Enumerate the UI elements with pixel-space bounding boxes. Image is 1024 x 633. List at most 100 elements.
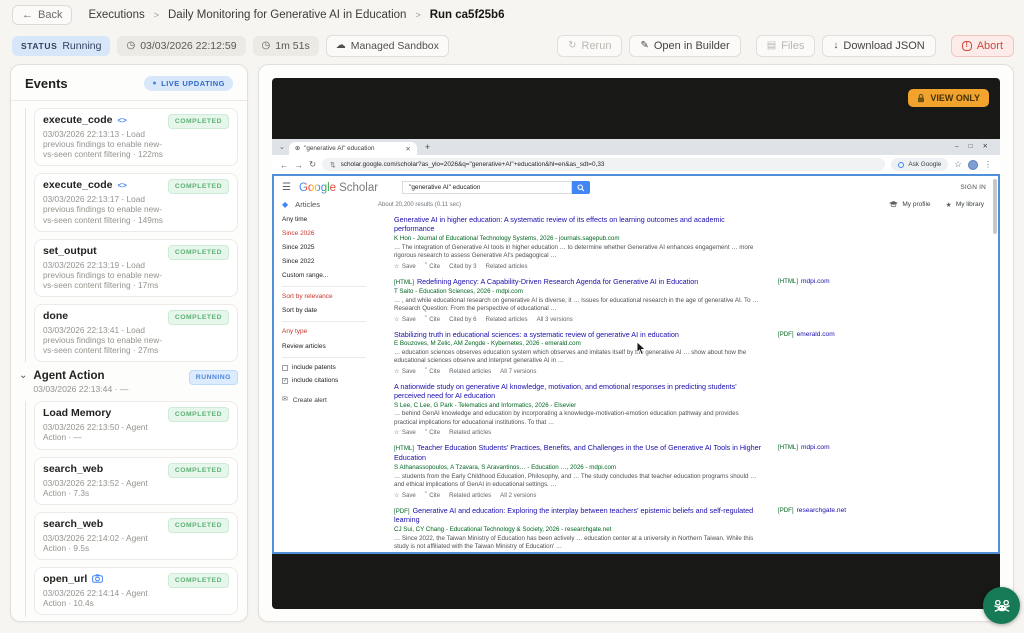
related-articles-link[interactable]: Related articles <box>486 263 528 270</box>
breadcrumb-workflow[interactable]: Daily Monitoring for Generative AI in Ed… <box>168 9 406 21</box>
create-alert-link[interactable]: ✉ Create alert <box>282 395 380 406</box>
rerun-button[interactable]: ↻ Rerun <box>557 35 622 57</box>
event-card-execute-code-2[interactable]: execute_code<> 03/03/2026 22:13:17 - Loa… <box>34 173 238 231</box>
result-side-link[interactable]: [HTML]mdpi.com <box>778 443 830 498</box>
save-link[interactable]: ☆Save <box>394 429 416 436</box>
save-link[interactable]: ☆Save <box>394 316 416 323</box>
related-articles-link[interactable]: Related articles <box>449 368 491 375</box>
result-authors[interactable]: S Lee, C Lee, G Park - Telematics and In… <box>394 402 762 410</box>
save-link[interactable]: ☆Save <box>394 263 416 270</box>
articles-nav[interactable]: ◆ Articles <box>282 200 378 209</box>
events-list[interactable]: execute_code<> 03/03/2026 22:13:13 - Loa… <box>11 101 247 617</box>
sort-by-relevance[interactable]: Sort by relevance <box>282 292 380 302</box>
chevron-down-icon[interactable]: ⌄ <box>19 370 27 381</box>
group-meta: 03/03/2026 22:13:44 · — <box>33 384 184 394</box>
sign-in-link[interactable]: SIGN IN <box>960 184 986 191</box>
scholar-filter-sidebar: Any time Since 2026 Since 2025 Since 202… <box>282 215 380 554</box>
result-authors[interactable]: S Athanassopoulos, A Tzavara, S Aravanti… <box>394 464 762 472</box>
result-title-link[interactable]: [HTML]Redefining Agency: A Capability-Dr… <box>394 277 762 287</box>
cited-by-link[interactable]: Cited by 3 <box>449 263 476 270</box>
site-settings-icon[interactable]: ⇅ <box>330 161 335 169</box>
address-bar[interactable]: ⇅ scholar.google.com/scholar?as_ylo=2026… <box>322 158 885 171</box>
cite-link[interactable]: ”Cite <box>425 263 440 270</box>
result-authors[interactable]: CJ Sui, CY Chang - Educational Technolog… <box>394 526 762 534</box>
result-title-link[interactable]: Generative AI in higher education: A sys… <box>394 215 762 233</box>
page-scrollbar[interactable] <box>993 179 997 234</box>
related-articles-link[interactable]: Related articles <box>449 429 491 436</box>
reload-icon[interactable]: ↻ <box>309 159 316 170</box>
sort-by-date[interactable]: Sort by date <box>282 306 380 316</box>
filter-since-2022[interactable]: Since 2022 <box>282 257 380 267</box>
download-json-button[interactable]: ↓ Download JSON <box>822 35 935 57</box>
agent-action-group-header[interactable]: ⌄ Agent Action 03/03/2026 22:13:44 · — R… <box>19 370 238 394</box>
event-card-search-web-2[interactable]: search_web 03/03/2026 22:14:02 - Agent A… <box>34 512 238 560</box>
event-card-open-url[interactable]: open_url 03/03/2026 22:14:14 - Agent Act… <box>34 567 238 615</box>
result-title-link[interactable]: [PDF]Generative AI and education: Explor… <box>394 506 762 525</box>
search-button[interactable] <box>572 181 590 194</box>
save-link[interactable]: ☆Save <box>394 368 416 375</box>
event-card-search-web-1[interactable]: search_web 03/03/2026 22:13:52 - Agent A… <box>34 457 238 505</box>
result-authors[interactable]: E Bouzoves, M Zelic, AM Zengde - Kyberne… <box>394 340 762 348</box>
abort-button[interactable]: ! Abort <box>951 35 1014 57</box>
open-in-builder-button[interactable]: ✎ Open in Builder <box>629 35 740 57</box>
include-patents-checkbox[interactable]: include patents <box>282 363 380 373</box>
my-profile-link[interactable]: My profile <box>889 201 930 208</box>
cite-link[interactable]: ”Cite <box>425 429 440 436</box>
cited-by-link[interactable]: Cited by 6 <box>449 316 476 323</box>
filter-review-articles[interactable]: Review articles <box>282 342 380 352</box>
search-input[interactable]: "generative AI" education <box>402 181 572 194</box>
new-tab-button[interactable]: + <box>425 142 430 152</box>
status-badge: COMPLETED <box>168 179 229 194</box>
hamburger-menu-icon[interactable]: ☰ <box>282 182 291 193</box>
scholar-logo[interactable]: Google Scholar <box>299 182 378 194</box>
profile-avatar[interactable] <box>968 160 978 170</box>
browser-menu-icon[interactable]: ⋮ <box>984 160 992 169</box>
result-title-link[interactable]: Stabilizing truth in educational science… <box>394 330 762 339</box>
versions-link[interactable]: All 3 versions <box>537 316 573 323</box>
filter-any-type[interactable]: Any type <box>282 327 380 337</box>
nav-forward-icon[interactable]: → <box>295 160 304 170</box>
result-title-link[interactable]: [HTML]Teacher Education Students' Practi… <box>394 443 762 462</box>
save-link[interactable]: ☆Save <box>394 492 416 499</box>
star-icon: ☆ <box>394 429 399 436</box>
minimize-icon[interactable]: – <box>955 143 959 150</box>
ask-google-button[interactable]: Ask Google <box>891 158 948 171</box>
include-citations-checkbox[interactable]: ✓ include citations <box>282 376 380 386</box>
breadcrumb-executions[interactable]: Executions <box>88 9 144 21</box>
event-card-set-output[interactable]: set_output 03/03/2026 22:13:19 - Load pr… <box>34 239 238 297</box>
chevron-right-icon: > <box>154 10 159 20</box>
files-button[interactable]: ▤ Files <box>756 35 816 57</box>
maximize-icon[interactable]: □ <box>969 143 973 150</box>
close-window-icon[interactable]: ✕ <box>983 142 988 150</box>
assistant-fab[interactable] <box>983 587 1020 624</box>
event-card-load-memory[interactable]: Load Memory 03/03/2026 22:13:50 - Agent … <box>34 401 238 449</box>
result-side-link[interactable]: [HTML]mdpi.com <box>778 277 830 323</box>
browser-tab[interactable]: ⊕ "generative AI" education ✕ <box>289 142 417 155</box>
my-library-link[interactable]: ★ My library <box>946 201 984 209</box>
bookmark-star-icon[interactable]: ☆ <box>954 159 962 170</box>
versions-link[interactable]: All 7 versions <box>500 368 536 375</box>
event-card-execute-code-1[interactable]: execute_code<> 03/03/2026 22:13:13 - Loa… <box>34 108 238 166</box>
lock-icon <box>917 93 925 103</box>
filter-since-2026[interactable]: Since 2026 <box>282 229 380 239</box>
filter-custom-range[interactable]: Custom range... <box>282 271 380 281</box>
nav-back-icon[interactable]: ← <box>280 160 289 170</box>
cite-link[interactable]: ”Cite <box>425 368 440 375</box>
related-articles-link[interactable]: Related articles <box>449 492 491 499</box>
related-articles-link[interactable]: Related articles <box>486 316 528 323</box>
result-authors[interactable]: K Hon - Journal of Educational Technolog… <box>394 235 762 243</box>
versions-link[interactable]: All 2 versions <box>500 492 536 499</box>
event-card-done[interactable]: done 03/03/2026 22:13:41 - Load previous… <box>34 304 238 362</box>
result-side-link[interactable]: [PDF]emerald.com <box>778 330 835 375</box>
back-button[interactable]: ← Back <box>12 5 72 25</box>
tab-search-icon[interactable]: ⌄ <box>279 143 285 151</box>
cite-link[interactable]: ”Cite <box>425 316 440 323</box>
cite-link[interactable]: ”Cite <box>425 492 440 499</box>
checkbox-unchecked-icon <box>282 365 288 371</box>
result-authors[interactable]: T Saito - Education Sciences, 2026 - mdp… <box>394 288 762 296</box>
result-title-link[interactable]: A nationwide study on generative AI know… <box>394 382 762 400</box>
filter-any-time[interactable]: Any time <box>282 215 380 225</box>
tab-close-icon[interactable]: ✕ <box>405 145 410 153</box>
filter-since-2025[interactable]: Since 2025 <box>282 243 380 253</box>
result-side-link[interactable]: [PDF]researchgate.net <box>778 506 846 554</box>
